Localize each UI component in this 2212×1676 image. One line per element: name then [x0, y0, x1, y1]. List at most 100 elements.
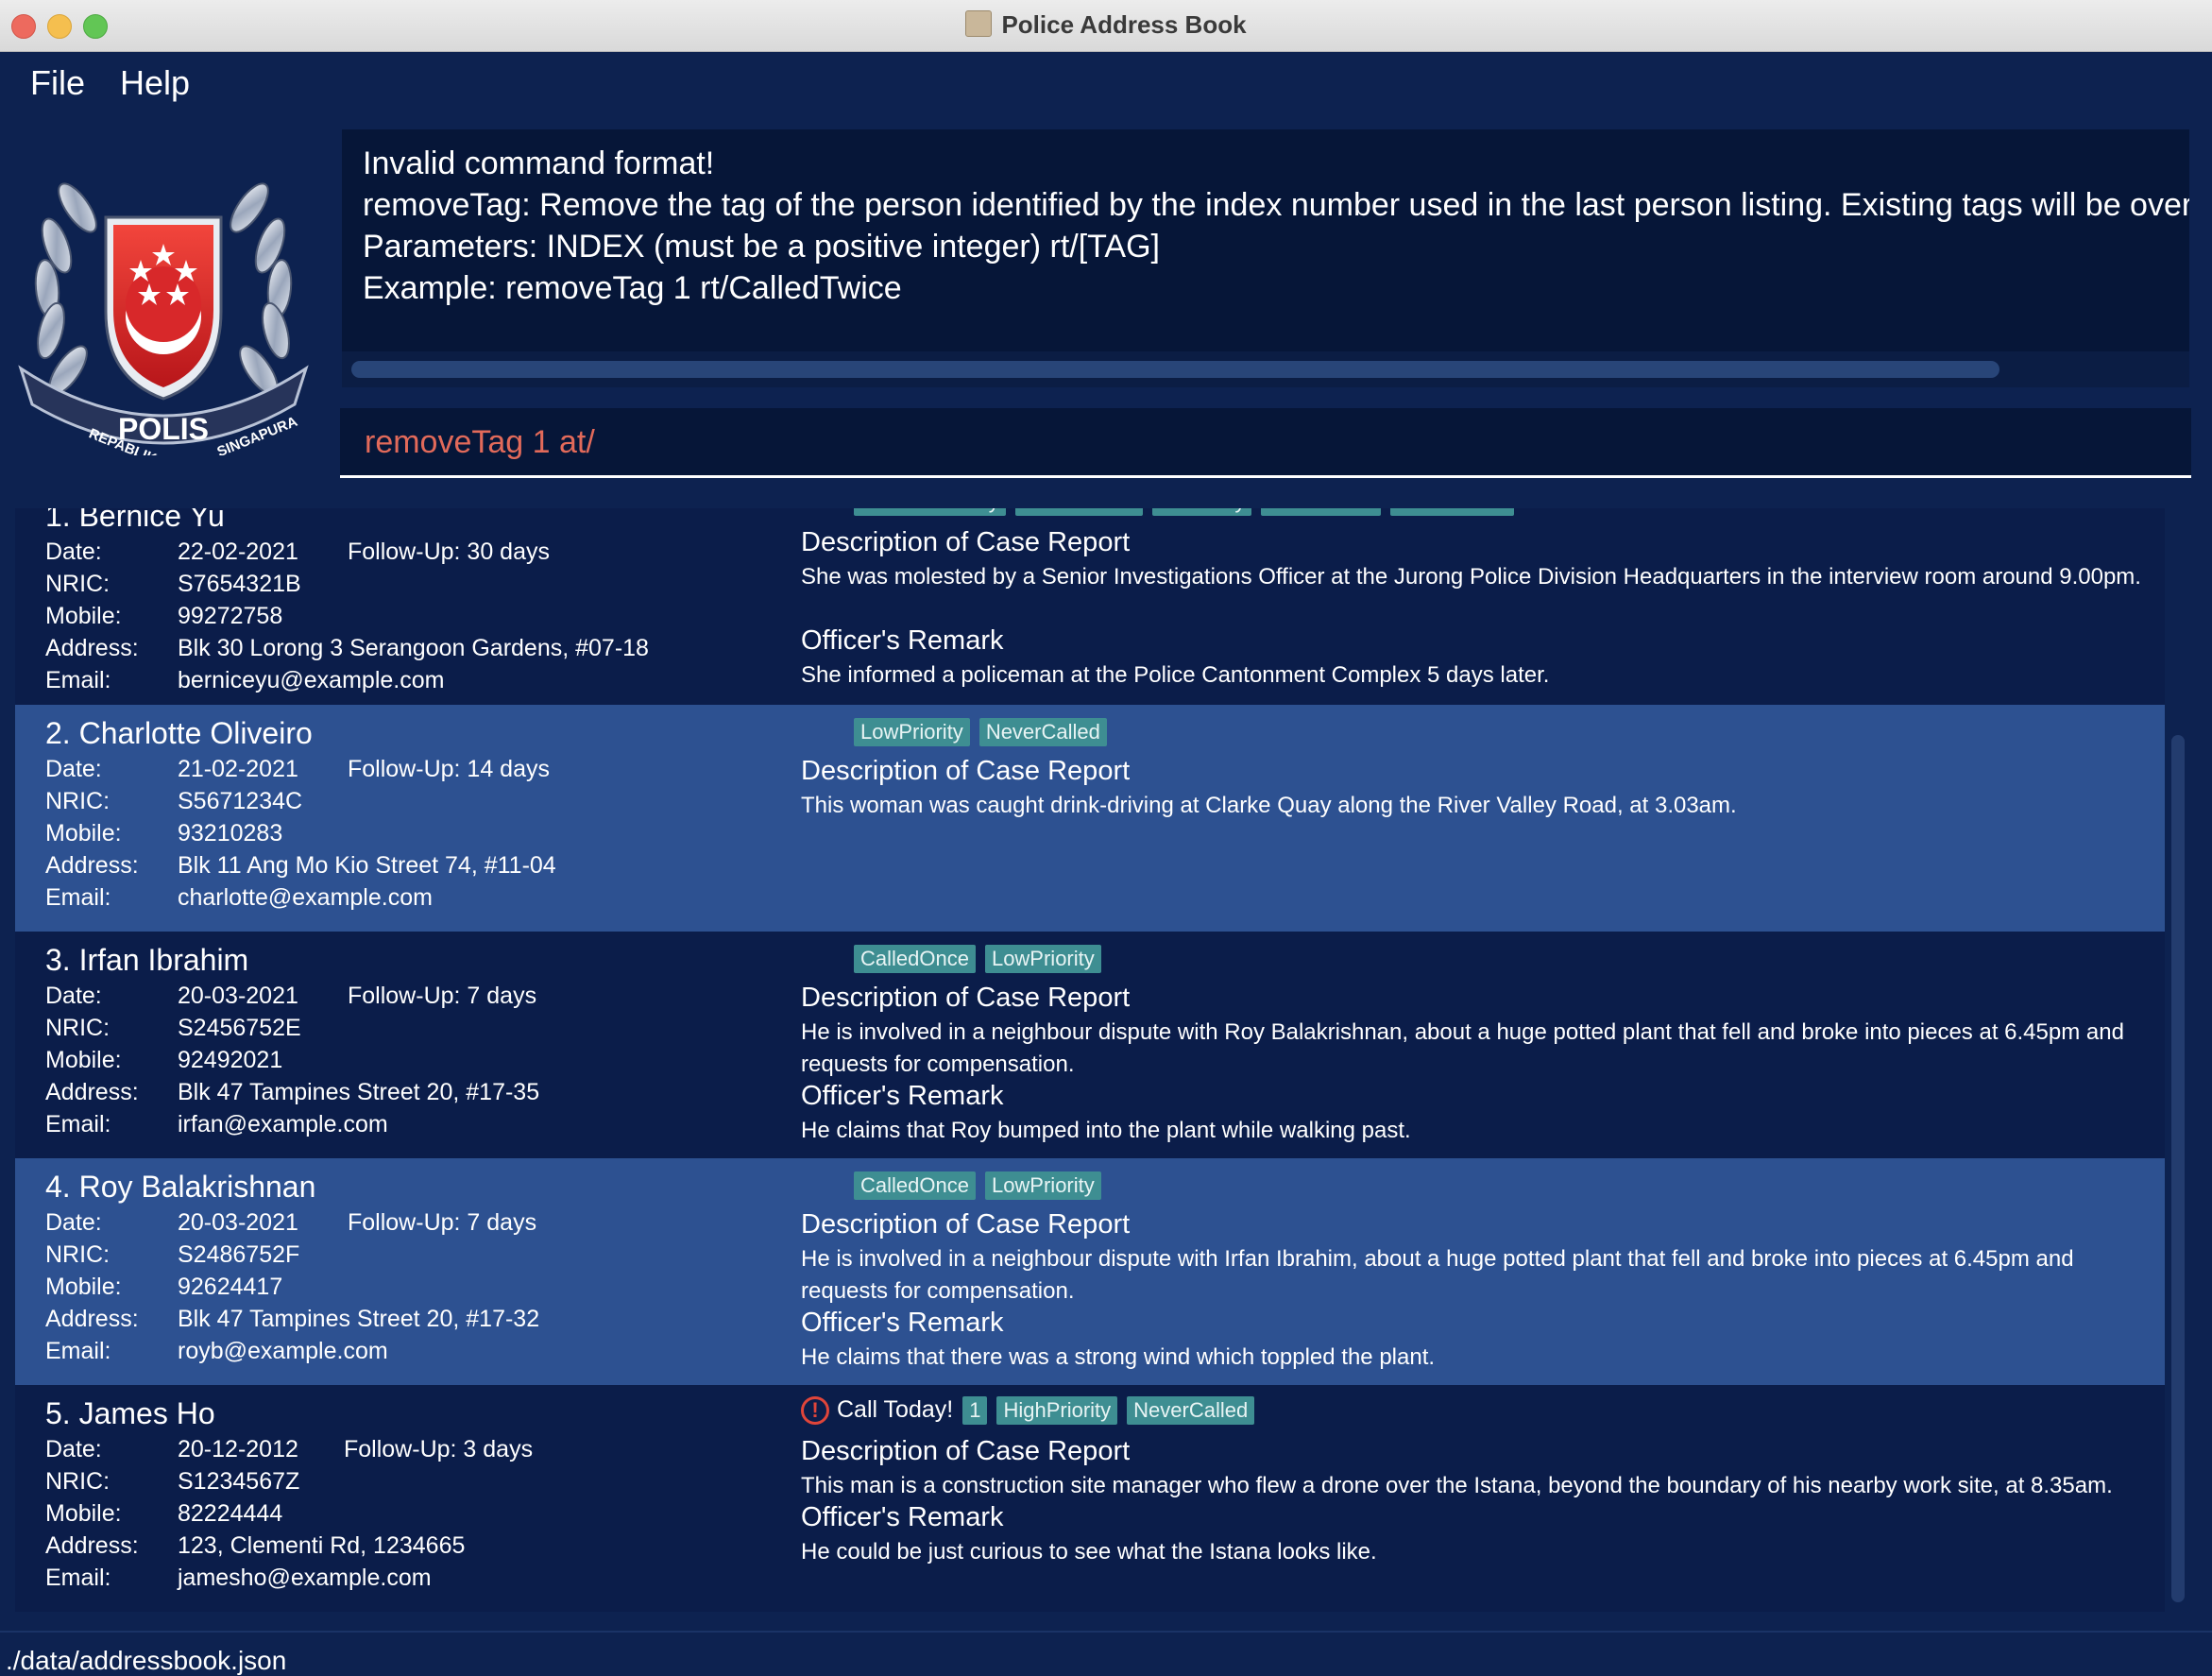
mobile-value: 99272758 — [178, 603, 283, 629]
tag: callToday — [1151, 508, 1252, 516]
menu-help[interactable]: Help — [120, 63, 190, 103]
logo-text-center: POLIS — [118, 412, 209, 446]
remark-heading: Officer's Remark — [801, 1502, 1004, 1532]
mobile-value: 82224444 — [178, 1500, 283, 1527]
mobile-label: Mobile: — [45, 1500, 122, 1527]
person-name: 5. James Ho — [45, 1396, 215, 1430]
nric-label: NRIC: — [45, 1015, 111, 1041]
tag: NeverCalled — [978, 718, 1107, 746]
status-bar: ./data/addressbook.json — [0, 1631, 2212, 1676]
tag: neverCalled — [1390, 508, 1515, 516]
person-list-scrollbar[interactable] — [2169, 508, 2189, 1612]
menu-bar: File Help — [0, 52, 2212, 114]
date-label: Date: — [45, 756, 102, 782]
remark-heading: Officer's Remark — [801, 1308, 1004, 1338]
mobile-value: 92492021 — [178, 1047, 283, 1073]
person-card[interactable]: 5. James Ho Date: 20-12-2012 Follow-Up: … — [15, 1385, 2165, 1612]
mobile-label: Mobile: — [45, 1047, 122, 1073]
description-heading: Description of Case Report — [801, 756, 1131, 786]
followup-value: Follow-Up: 7 days — [348, 983, 537, 1009]
date-value: 21-02-2021 — [178, 756, 298, 782]
tag: LowPriority — [984, 1171, 1101, 1200]
nric-label: NRIC: — [45, 1468, 111, 1495]
tag: CalledOnce — [854, 1171, 976, 1200]
person-card[interactable]: 3. Irfan Ibrahim Date: 20-03-2021 Follow… — [15, 932, 2165, 1158]
tag-list: LowPriority NeverCalled — [854, 718, 1116, 748]
command-input[interactable] — [363, 408, 2172, 477]
nric-label: NRIC: — [45, 788, 111, 814]
tag: CalledOnce — [854, 945, 976, 973]
nric-value: S1234567Z — [178, 1468, 300, 1495]
tag: NeverCalled — [1014, 508, 1143, 516]
description-heading: Description of Case Report — [801, 983, 1131, 1013]
email-value: charlotte@example.com — [178, 884, 433, 911]
result-scrollbar-thumb[interactable] — [351, 361, 1999, 378]
address-label: Address: — [45, 852, 139, 879]
result-line: removeTag: Remove the tag of the person … — [363, 187, 2189, 223]
address-value: 123, Clementi Rd, 1234665 — [178, 1532, 466, 1559]
person-card[interactable]: 4. Roy Balakrishnan Date: 20-03-2021 Fol… — [15, 1158, 2165, 1385]
tag: HighPriority — [996, 1396, 1118, 1426]
tag: LowPriority — [984, 945, 1101, 973]
tag: nevercalled — [1261, 508, 1381, 516]
result-display: Invalid command format! removeTag: Remov… — [342, 129, 2189, 351]
email-value: royb@example.com — [178, 1338, 388, 1364]
remark-text: He claims that there was a strong wind w… — [801, 1344, 1436, 1370]
remark-heading: Officer's Remark — [801, 1081, 1004, 1111]
mobile-value: 92624417 — [178, 1274, 283, 1300]
mobile-value: 93210283 — [178, 820, 283, 847]
person-card[interactable]: 1. Bernice Yu Date: 22-02-2021 Follow-Up… — [15, 508, 2165, 714]
email-label: Email: — [45, 1565, 111, 1591]
mobile-label: Mobile: — [45, 603, 122, 629]
date-value: 20-12-2012 — [178, 1436, 298, 1462]
description-text: He is involved in a neighbour dispute wi… — [801, 1019, 2124, 1077]
address-value: Blk 30 Lorong 3 Serangoon Gardens, #07-1… — [178, 635, 649, 661]
window-title: Police Address Book — [0, 10, 2212, 40]
description-text: She was molested by a Senior Investigati… — [801, 564, 2141, 590]
date-label: Date: — [45, 1436, 102, 1462]
tag-list: CalledOnce LowPriority — [854, 945, 1111, 975]
nric-value: S2456752E — [178, 1015, 301, 1041]
description-text: He is involved in a neighbour dispute wi… — [801, 1246, 2074, 1304]
result-line: Example: removeTag 1 rt/CalledTwice — [363, 270, 902, 306]
email-label: Email: — [45, 1111, 111, 1137]
address-label: Address: — [45, 635, 139, 661]
menu-file[interactable]: File — [30, 63, 85, 103]
date-value: 20-03-2021 — [178, 983, 298, 1009]
person-name: 3. Irfan Ibrahim — [45, 943, 249, 977]
nric-label: NRIC: — [45, 571, 111, 597]
description-text: This woman was caught drink-driving at C… — [801, 793, 1737, 818]
tag: LowPriority — [854, 718, 970, 746]
call-today-indicator: ! Call Today! — [801, 1396, 954, 1426]
date-value: 20-03-2021 — [178, 1209, 298, 1236]
followup-value: Follow-Up: 14 days — [348, 756, 550, 782]
description-heading: Description of Case Report — [801, 527, 1131, 557]
nric-value: S7654321B — [178, 571, 301, 597]
tag-list: ! Call Today! 1 HighPriority NeverCalled — [801, 1396, 1264, 1427]
nric-value: S5671234C — [178, 788, 303, 814]
result-horizontal-scrollbar[interactable] — [342, 351, 2189, 387]
remark-text: She informed a policeman at the Police C… — [801, 662, 1550, 688]
email-value: berniceyu@example.com — [178, 667, 445, 693]
address-value: Blk 47 Tampines Street 20, #17-32 — [178, 1306, 540, 1332]
email-value: jamesho@example.com — [178, 1565, 432, 1591]
followup-value: Follow-Up: 30 days — [348, 539, 550, 565]
followup-value: Follow-Up: 7 days — [348, 1209, 537, 1236]
person-card[interactable]: 2. Charlotte Oliveiro Date: 21-02-2021 F… — [15, 705, 2165, 932]
address-label: Address: — [45, 1079, 139, 1105]
tag: 1 — [962, 1396, 988, 1426]
remark-heading: Officer's Remark — [801, 625, 1004, 656]
app-icon — [965, 10, 993, 37]
person-list-scrollbar-thumb[interactable] — [2171, 735, 2185, 1602]
date-value: 22-02-2021 — [178, 539, 298, 565]
nric-value: S2486752F — [178, 1241, 300, 1268]
address-label: Address: — [45, 1532, 139, 1559]
person-list[interactable]: 1. Bernice Yu Date: 22-02-2021 Follow-Up… — [15, 508, 2165, 1612]
person-name: 4. Roy Balakrishnan — [45, 1170, 316, 1204]
followup-value: Follow-Up: 3 days — [344, 1436, 534, 1462]
tag: MediumPriority — [854, 508, 1006, 516]
description-heading: Description of Case Report — [801, 1209, 1131, 1240]
mobile-label: Mobile: — [45, 820, 122, 847]
call-today-label: Call Today! — [837, 1396, 954, 1423]
warning-icon: ! — [801, 1396, 829, 1426]
